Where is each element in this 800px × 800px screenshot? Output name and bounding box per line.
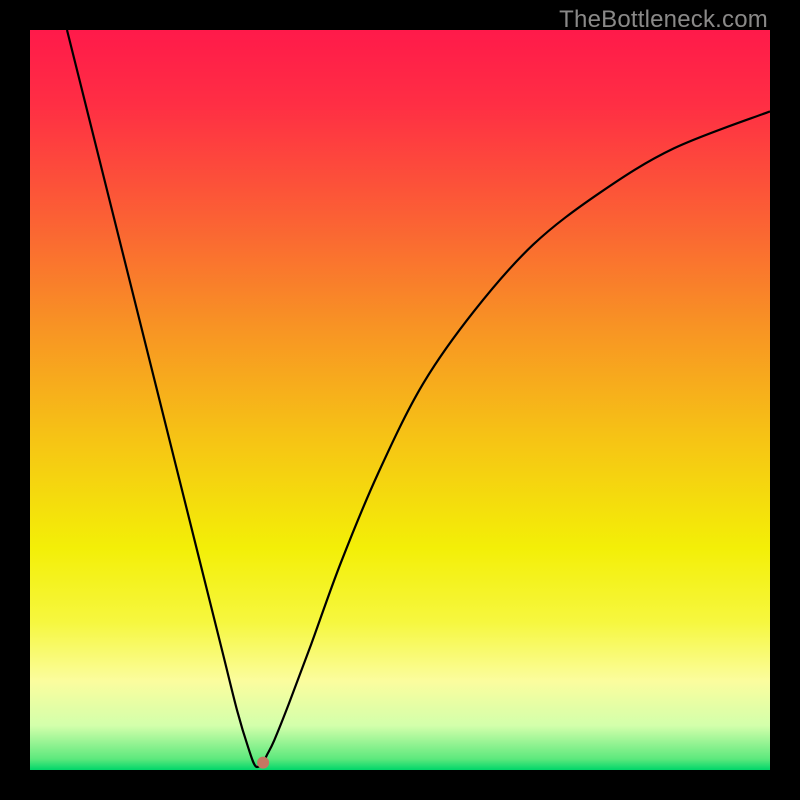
watermark-text: TheBottleneck.com xyxy=(559,6,768,34)
chart-frame xyxy=(30,30,770,770)
chart-svg xyxy=(30,30,770,770)
gradient-background xyxy=(30,30,770,770)
minimum-marker xyxy=(257,757,269,769)
